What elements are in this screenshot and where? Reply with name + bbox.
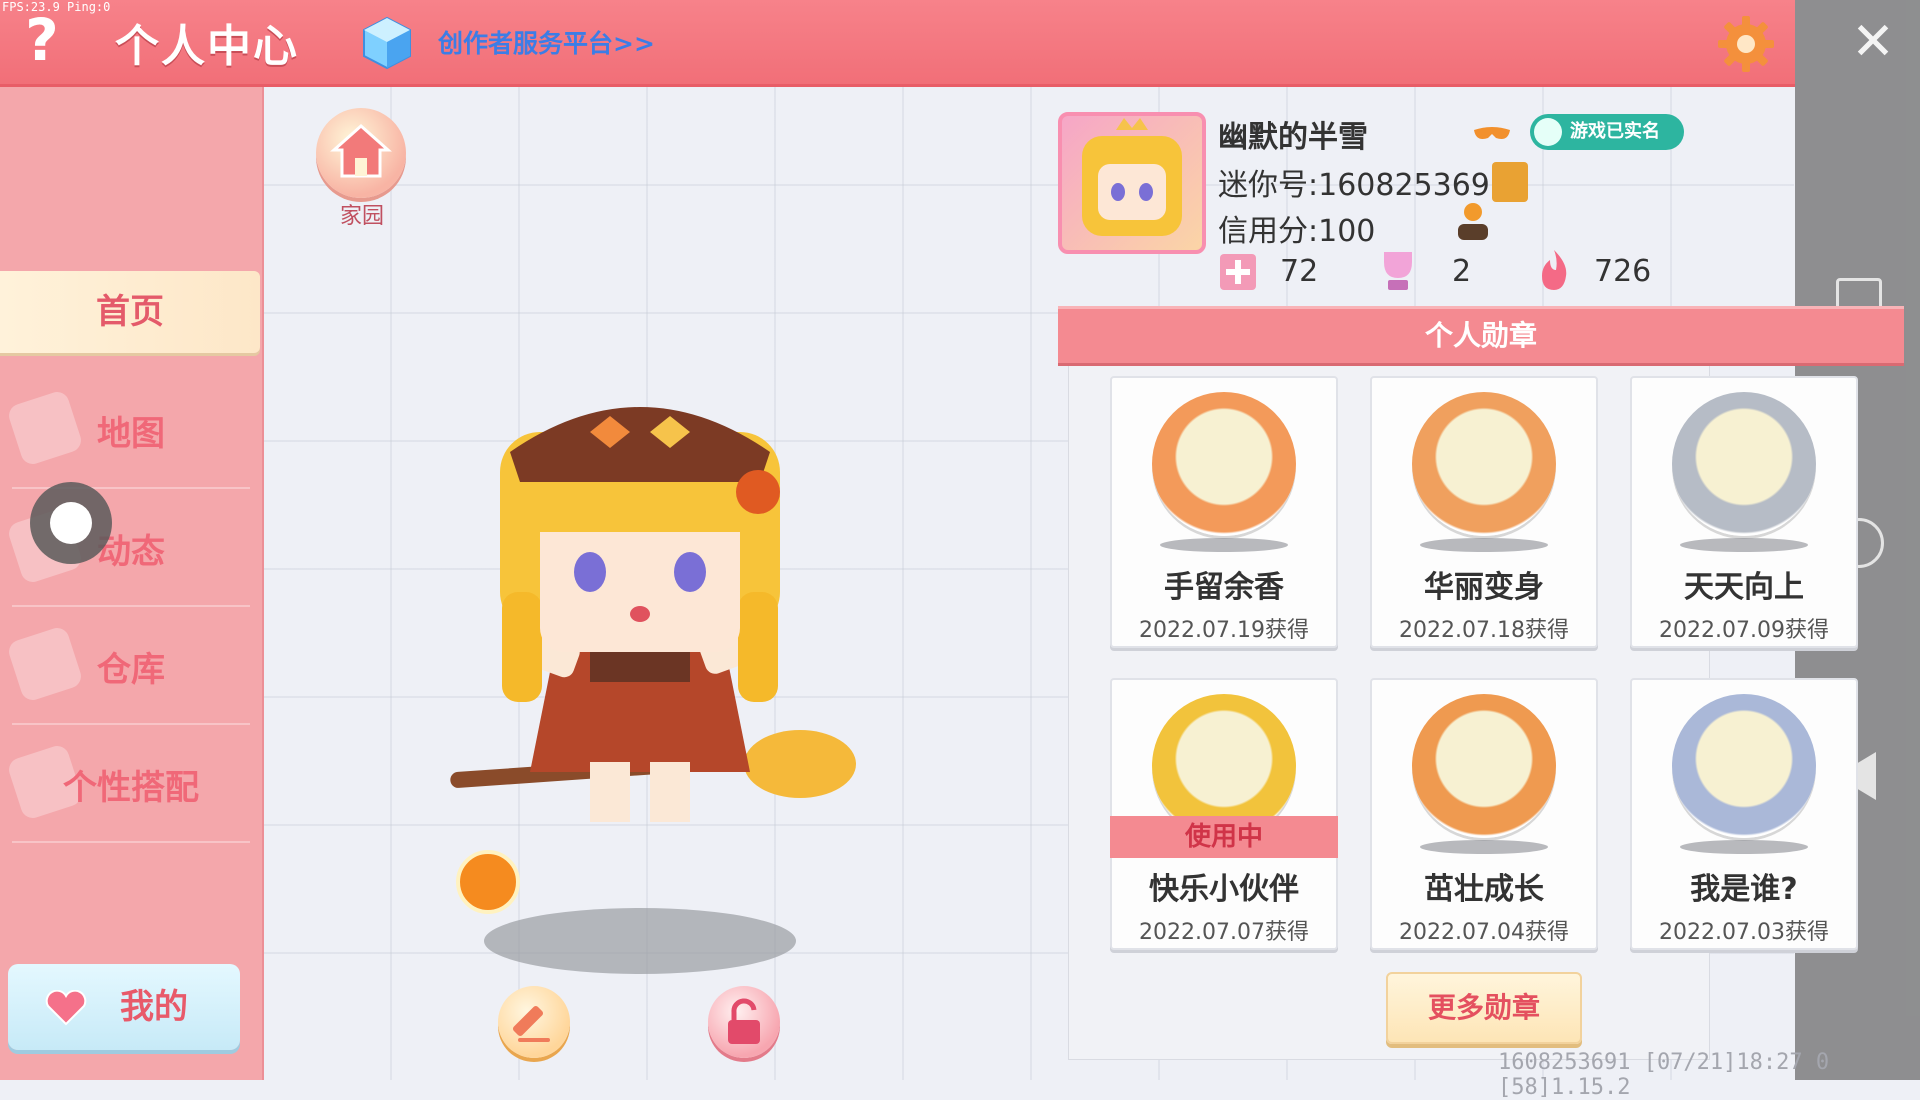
- flame-icon: [1534, 248, 1574, 292]
- medal-date: 2022.07.07获得: [1139, 920, 1309, 945]
- medal-name: 我是谁?: [1690, 872, 1798, 907]
- frog-medal-icon: [1152, 392, 1296, 536]
- sidebar-item-map[interactable]: 地图: [0, 379, 262, 489]
- sidebar: 首页 地图 动态 仓库 个性搭配: [0, 87, 264, 1080]
- verified-label: 游戏已实名: [1570, 121, 1660, 142]
- profile-name: 幽默的半雪: [1218, 120, 1368, 155]
- verified-badge[interactable]: 游戏已实名: [1530, 114, 1684, 150]
- medal-date: 2022.07.19获得: [1139, 618, 1309, 643]
- medal-name: 手留余香: [1164, 570, 1284, 605]
- medal-date: 2022.07.03获得: [1659, 920, 1829, 945]
- more-medals-button[interactable]: 更多勋章: [1386, 972, 1582, 1044]
- trophy-icon: [1378, 248, 1418, 292]
- gear-icon[interactable]: [1716, 14, 1776, 74]
- home-house-icon[interactable]: [316, 108, 406, 198]
- medal-name: 快乐小伙伴: [1149, 872, 1299, 907]
- medal-card[interactable]: 华丽变身 2022.07.18获得: [1370, 376, 1598, 648]
- letter-medal-icon: [1672, 694, 1816, 838]
- help-button[interactable]: ?: [18, 8, 66, 72]
- medal-card[interactable]: 使用中 快乐小伙伴 2022.07.07获得: [1110, 678, 1338, 950]
- close-icon[interactable]: ✕: [1845, 14, 1901, 70]
- in-use-badge: 使用中: [1110, 816, 1338, 858]
- medal-date: 2022.07.04获得: [1399, 920, 1569, 945]
- user-check-icon: [1534, 118, 1562, 146]
- medal-card[interactable]: 天天向上 2022.07.09获得: [1630, 376, 1858, 648]
- sidebar-item-label: 首页: [96, 292, 164, 332]
- friend-icon[interactable]: [1452, 200, 1494, 242]
- medal-card[interactable]: 手留余香 2022.07.19获得: [1110, 376, 1338, 648]
- dino-medal-icon: [1412, 392, 1556, 536]
- sidebar-item-label: 仓库: [97, 650, 165, 690]
- medal-date: 2022.07.18获得: [1399, 618, 1569, 643]
- medal-card[interactable]: 我是谁? 2022.07.03获得: [1630, 678, 1858, 950]
- copy-icon[interactable]: [1492, 162, 1528, 202]
- heart-icon: [44, 989, 88, 1026]
- calendar-medal-icon: [1672, 392, 1816, 536]
- medal-name: 天天向上: [1684, 570, 1804, 605]
- medal-header-title: 个人勋章: [1424, 319, 1537, 352]
- medal-date: 2022.07.09获得: [1659, 618, 1829, 643]
- mine-label: 我的: [120, 987, 188, 1027]
- medal-card[interactable]: 茁壮成长 2022.07.04获得: [1370, 678, 1598, 950]
- stat-value: 2: [1452, 254, 1472, 289]
- profile-avatar[interactable]: [1058, 112, 1206, 254]
- footer-info: 1608253691 [07/21]18:27 0 [58]1.15.2: [1498, 1050, 1830, 1100]
- king-frog-medal-icon: [1412, 694, 1556, 838]
- cube-icon[interactable]: [362, 16, 412, 70]
- sidebar-item-label: 地图: [97, 414, 165, 454]
- creator-platform-link[interactable]: 创作者服务平台>>: [438, 24, 655, 60]
- page-title: 个人中心: [115, 21, 299, 72]
- character-avatar[interactable]: [440, 392, 860, 932]
- plus-ticket-icon: [1218, 250, 1258, 294]
- unlock-icon[interactable]: [708, 986, 780, 1058]
- sidebar-item-home[interactable]: 首页: [0, 271, 260, 353]
- edit-pencil-icon[interactable]: [498, 986, 570, 1058]
- sidebar-item-warehouse[interactable]: 仓库: [0, 615, 262, 725]
- home-label: 家园: [339, 204, 384, 229]
- stat-value: 72: [1280, 254, 1319, 289]
- mini-id: 迷你号:1608253691: [1218, 168, 1509, 203]
- more-medals-label: 更多勋章: [1427, 991, 1540, 1024]
- mine-button[interactable]: 我的: [8, 964, 240, 1050]
- sidebar-item-outfit[interactable]: 个性搭配: [0, 733, 262, 843]
- medal-header: 个人勋章: [1058, 306, 1904, 363]
- sidebar-item-label: 个性搭配: [63, 768, 199, 808]
- floating-assist-button[interactable]: [30, 482, 112, 564]
- medal-name: 华丽变身: [1424, 570, 1544, 605]
- stat-value: 726: [1594, 254, 1652, 289]
- mask-icon[interactable]: [1472, 124, 1512, 144]
- credit-score: 信用分:100: [1218, 214, 1376, 249]
- medal-name: 茁壮成长: [1424, 872, 1544, 907]
